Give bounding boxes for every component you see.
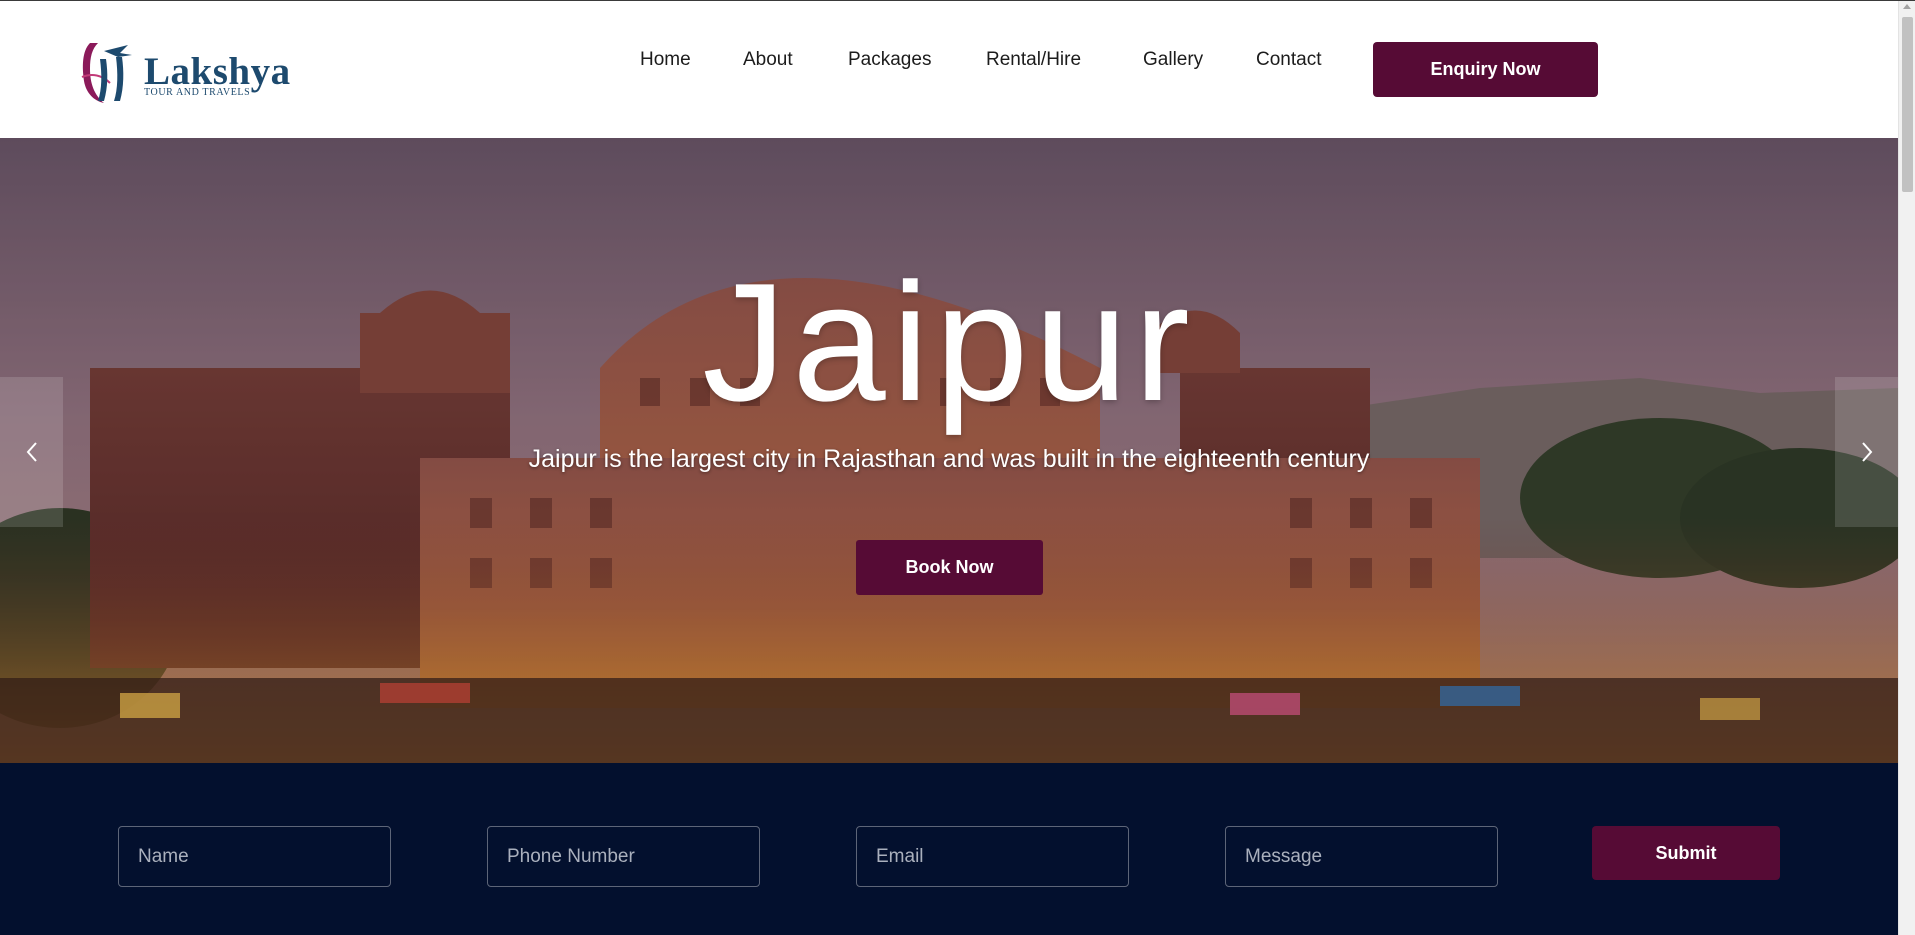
- email-field[interactable]: [856, 826, 1129, 887]
- submit-button[interactable]: Submit: [1592, 826, 1780, 880]
- nav-link-gallery[interactable]: Gallery: [1143, 49, 1203, 71]
- nav-link-about[interactable]: About: [743, 49, 793, 71]
- slider-next-button[interactable]: [1835, 377, 1898, 527]
- scroll-up-arrow-icon[interactable]: [1903, 4, 1911, 9]
- name-field[interactable]: [118, 826, 391, 887]
- page-scrollbar[interactable]: [1898, 1, 1915, 935]
- quick-enquiry-form: Submit: [0, 763, 1898, 935]
- chevron-left-icon: [26, 442, 37, 462]
- enquiry-now-button[interactable]: Enquiry Now: [1373, 42, 1598, 97]
- site-header: Lakshya TOUR AND TRAVELS Home About Pack…: [0, 1, 1898, 138]
- message-field[interactable]: [1225, 826, 1498, 887]
- hero-title: Jaipur: [702, 248, 1196, 436]
- nav-link-contact[interactable]: Contact: [1256, 49, 1321, 71]
- hero-slider: Jaipur Jaipur is the largest city in Raj…: [0, 138, 1898, 763]
- scrollbar-thumb[interactable]: [1902, 17, 1913, 192]
- book-now-button[interactable]: Book Now: [856, 540, 1043, 595]
- nav-link-packages[interactable]: Packages: [848, 49, 931, 71]
- nav-link-rental-hire[interactable]: Rental/Hire: [986, 49, 1081, 71]
- nav-link-home[interactable]: Home: [640, 49, 691, 71]
- logo-mark-icon: [81, 43, 132, 103]
- brand-tagline: TOUR AND TRAVELS: [144, 87, 251, 98]
- phone-number-field[interactable]: [487, 826, 760, 887]
- slider-prev-button[interactable]: [0, 377, 63, 527]
- hero-subtitle: Jaipur is the largest city in Rajasthan …: [528, 445, 1370, 473]
- chevron-right-icon: [1861, 442, 1872, 462]
- brand-logo[interactable]: Lakshya TOUR AND TRAVELS: [80, 37, 300, 105]
